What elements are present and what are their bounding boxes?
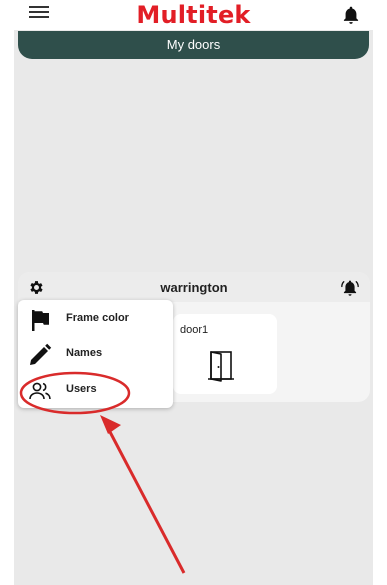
menu-item-frame-color[interactable]: Frame color	[18, 302, 173, 336]
group-settings-menu: Frame color Names Users	[18, 300, 173, 408]
bell-icon[interactable]	[341, 5, 361, 25]
page-title-banner: My doors	[18, 31, 369, 59]
door-icon	[208, 351, 234, 382]
users-icon	[29, 382, 51, 400]
top-bar: Multitek	[0, 0, 387, 30]
card-header: warrington	[18, 272, 370, 302]
brand-logo: Multitek	[136, 1, 251, 29]
flag-icon	[32, 310, 49, 331]
menu-item-names[interactable]: Names	[18, 337, 173, 371]
menu-item-label: Names	[66, 347, 103, 359]
menu-item-label: Users	[66, 383, 97, 395]
door-label: door1	[180, 324, 209, 336]
menu-item-label: Frame color	[66, 312, 129, 324]
alarm-bell-icon[interactable]	[340, 278, 360, 298]
door-tile[interactable]: door1	[173, 314, 277, 394]
pencil-icon	[30, 343, 52, 365]
menu-item-users[interactable]: Users	[18, 373, 173, 407]
